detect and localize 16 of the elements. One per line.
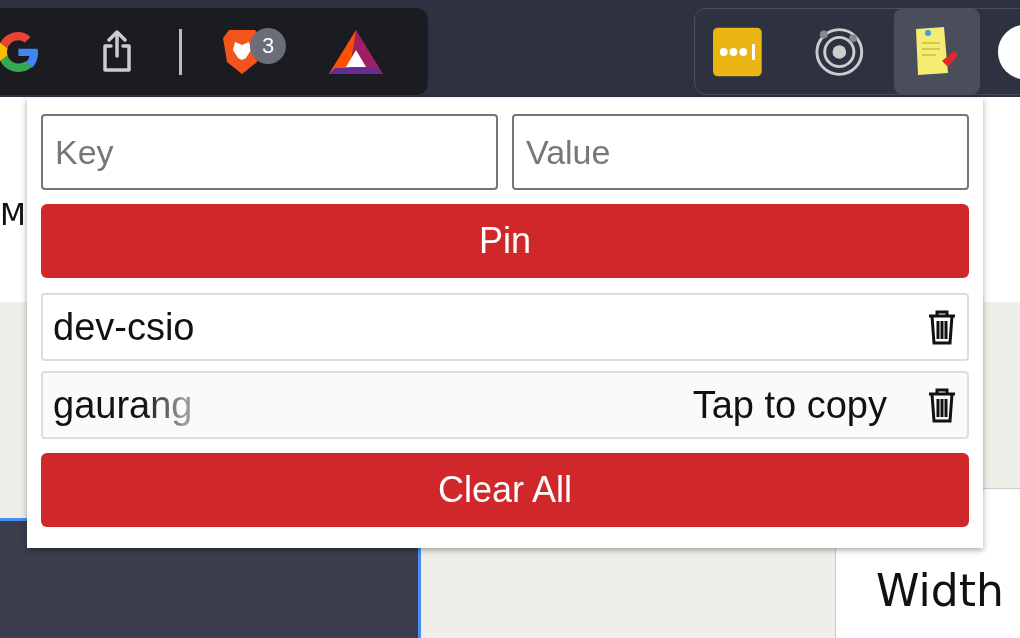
value-input[interactable]: Value (512, 114, 969, 190)
width-label: Width (876, 565, 1004, 616)
pinned-item[interactable]: gaurang Tap to copy (41, 371, 969, 439)
password-manager-icon[interactable] (713, 26, 762, 77)
notification-badge: 3 (250, 28, 286, 64)
pin-button[interactable]: Pin (41, 204, 969, 278)
clear-all-button[interactable]: Clear All (41, 453, 969, 527)
heading-fragment: M (0, 197, 26, 232)
pinned-item[interactable]: dev-csio (41, 293, 969, 361)
divider-line (179, 28, 183, 75)
trash-icon[interactable] (927, 387, 957, 423)
trash-icon[interactable] (927, 309, 957, 345)
key-input[interactable]: Key (41, 114, 498, 190)
target-icon[interactable] (813, 25, 865, 78)
copy-hint: Tap to copy (692, 383, 887, 427)
pin-key: dev-csio (53, 305, 195, 348)
